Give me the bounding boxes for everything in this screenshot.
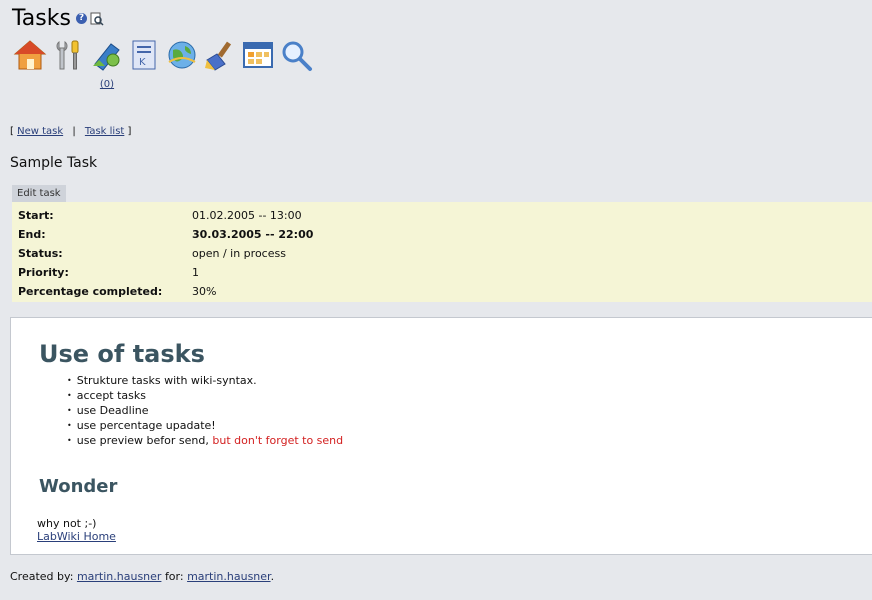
globe-icon [168, 41, 196, 69]
nav-close-bracket: ] [127, 126, 132, 137]
task-title: Sample Task [10, 155, 98, 171]
prop-row-start: Start: 01.02.2005 -- 13:00 [18, 206, 313, 225]
edit-task-button[interactable]: Edit task [12, 185, 66, 202]
page-header: Tasks ? [12, 6, 104, 31]
task-description: Use of tasks Strukture tasks with wiki-s… [10, 317, 872, 555]
bullet-list: Strukture tasks with wiki-syntax. accept… [67, 374, 343, 449]
list-item: use preview befor send, but don't forget… [67, 434, 343, 449]
start-value: 01.02.2005 -- 13:00 [192, 209, 302, 222]
paragraph-text: why not ;-) [37, 517, 97, 530]
app-title: Tasks [12, 6, 71, 31]
for-user-link[interactable]: martin.hausner [187, 570, 270, 583]
list-item-text: use preview befor send, [76, 434, 213, 447]
tasks-button[interactable]: (0) [89, 38, 125, 90]
prop-row-percentage: Percentage completed: 30% [18, 282, 313, 301]
list-item: use Deadline [67, 404, 343, 419]
calendar-button[interactable] [241, 38, 277, 78]
home-button[interactable] [13, 38, 49, 78]
end-value: 30.03.2005 -- 22:00 [192, 228, 314, 241]
heading-use-of-tasks: Use of tasks [39, 340, 205, 368]
footer: Created by: martin.hausner for: martin.h… [10, 570, 274, 583]
help-icon[interactable]: ? [75, 13, 87, 24]
notes-icon: K [132, 40, 156, 70]
created-by-user-link[interactable]: martin.hausner [77, 570, 162, 583]
svg-text:K: K [139, 57, 146, 68]
cleanup-button[interactable] [203, 38, 239, 78]
prop-row-status: Status: open / in process [18, 244, 313, 263]
new-task-link[interactable]: New task [17, 126, 63, 137]
settings-button[interactable] [51, 38, 87, 78]
calendar-icon [243, 42, 273, 68]
cleanup-icon [205, 41, 232, 71]
task-nav: [ New task | Task list ] [10, 126, 131, 137]
nav-open-bracket: [ [10, 126, 14, 137]
status-value: open / in process [192, 247, 286, 260]
list-item: accept tasks [67, 389, 343, 404]
toolbar: (0) K [13, 38, 317, 90]
status-label: Status: [18, 247, 63, 260]
globe-button[interactable] [165, 38, 201, 78]
find-page-icon[interactable] [90, 12, 104, 26]
end-label: End: [18, 228, 46, 241]
heading-wonder: Wonder [39, 476, 118, 497]
task-list-link[interactable]: Task list [85, 126, 124, 137]
warning-text: but don't forget to send [212, 434, 344, 447]
created-by-label: Created by: [10, 570, 74, 583]
list-item: use percentage upadate! [67, 419, 343, 434]
prop-row-end: End: 30.03.2005 -- 22:00 [18, 225, 313, 244]
for-label: for: [164, 570, 184, 583]
search-icon [282, 41, 312, 71]
priority-value: 1 [192, 266, 199, 279]
task-properties: Start: 01.02.2005 -- 13:00 End: 30.03.20… [12, 202, 872, 302]
notes-button[interactable]: K [127, 38, 163, 78]
percentage-label: Percentage completed: [18, 285, 163, 298]
percentage-value: 30% [192, 285, 217, 298]
tools-icon [56, 40, 79, 70]
nav-separator: | [72, 126, 76, 137]
list-item: Strukture tasks with wiki-syntax. [67, 374, 343, 389]
start-label: Start: [18, 209, 54, 222]
priority-label: Priority: [18, 266, 69, 279]
tasks-icon [93, 43, 120, 71]
paragraph: why not ;-) LabWiki Home [37, 517, 116, 543]
search-button[interactable] [279, 38, 315, 78]
labwiki-home-link[interactable]: LabWiki Home [37, 530, 116, 543]
footer-end: . [270, 570, 275, 583]
task-count-link[interactable]: (0) [89, 79, 125, 90]
prop-row-priority: Priority: 1 [18, 263, 313, 282]
home-icon [13, 40, 47, 70]
